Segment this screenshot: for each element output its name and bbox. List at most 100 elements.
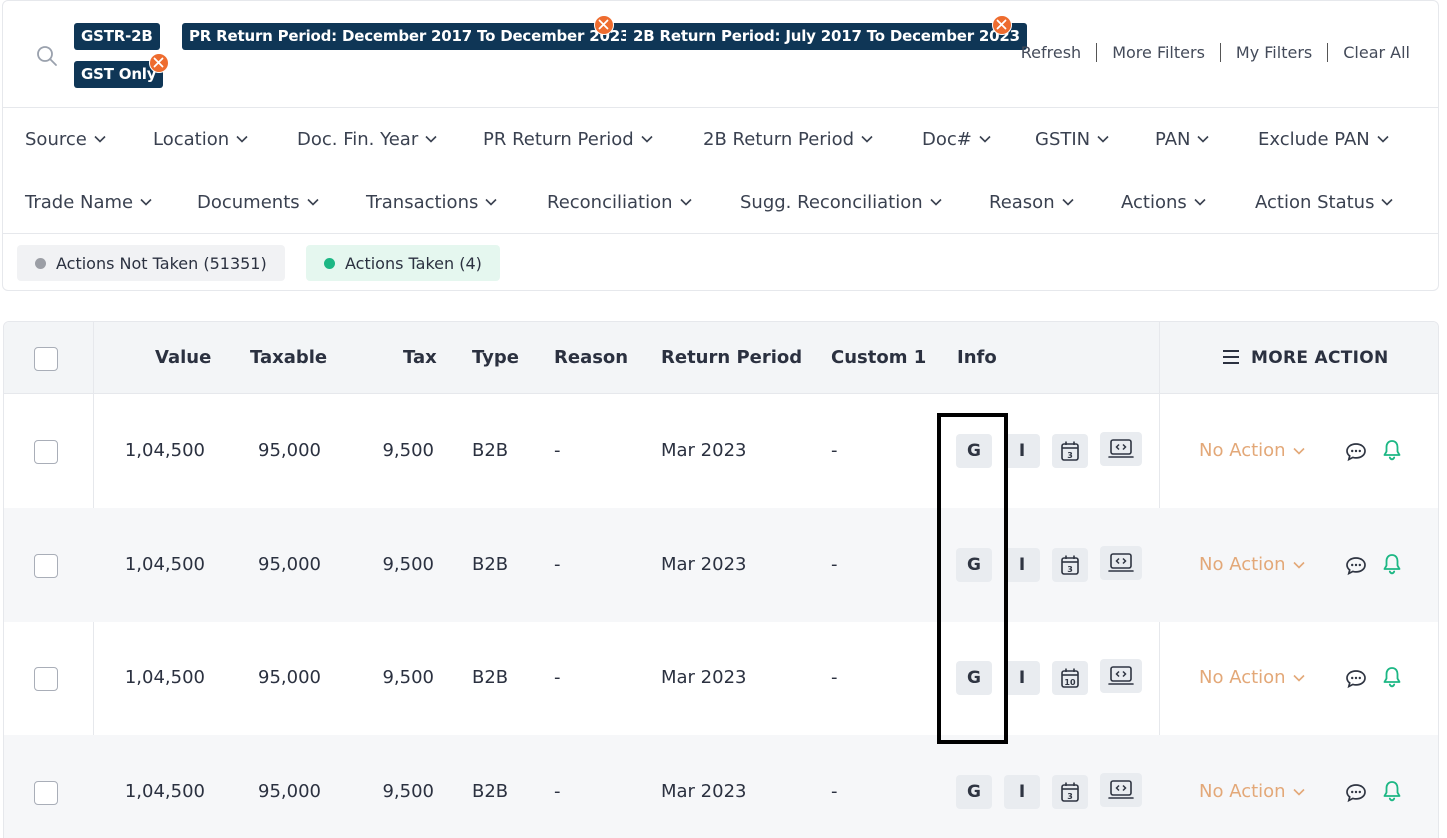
row-checkbox[interactable] [34,781,58,805]
more-filters-link[interactable]: More Filters [1097,43,1220,62]
filter-dropdown-trade-name[interactable]: Trade Name [25,192,152,213]
clear-all-link[interactable]: Clear All [1328,43,1410,62]
close-icon[interactable] [594,15,614,35]
filter-dropdown-2b-return-period[interactable]: 2B Return Period [703,129,873,150]
taxable-cell: 95,000 [258,554,321,575]
tax-cell: 9,500 [382,440,434,461]
filter-dropdown-reason[interactable]: Reason [989,192,1074,213]
info-i-button[interactable]: I [1004,548,1040,582]
select-all-checkbox[interactable] [34,347,58,371]
tab-actions-not-taken[interactable]: Actions Not Taken (51351) [17,245,285,281]
data-table: Value Taxable Tax Type Reason Return Per… [3,321,1439,838]
chevron-down-icon [1293,674,1305,682]
filter-dropdown-pan[interactable]: PAN [1155,129,1210,150]
code-window-button[interactable] [1100,546,1142,580]
search-icon[interactable] [36,45,58,67]
code-window-button[interactable] [1100,659,1142,693]
filter-dropdown-doc-fin-year[interactable]: Doc. Fin. Year [297,129,437,150]
taxable-cell: 95,000 [258,781,321,802]
return-period-cell: Mar 2023 [661,440,747,461]
chevron-down-icon [94,135,106,143]
calendar-icon: 3 [1061,441,1079,461]
info-i-button[interactable]: I [1004,434,1040,468]
column-header-taxable[interactable]: Taxable [250,347,327,368]
chip-label: GSTR-2B [81,27,153,45]
column-header-custom-1[interactable]: Custom 1 [831,347,926,368]
chip-label: PR Return Period: December 2017 To Decem… [189,27,631,45]
tab-label: Actions Not Taken (51351) [56,253,267,273]
info-g-button[interactable]: G [956,775,992,809]
custom-1-cell: - [831,781,838,802]
my-filters-link[interactable]: My Filters [1221,43,1327,62]
calendar-button[interactable]: 3 [1052,548,1088,582]
calendar-day: 3 [1067,565,1073,574]
active-filters-bar: GSTR-2B GST Only PR Return Period: Decem… [3,1,1438,108]
value-cell: 1,04,500 [124,554,205,575]
chevron-down-icon [236,135,248,143]
chevron-down-icon [307,198,319,206]
reason-cell: - [554,554,561,575]
tab-actions-taken[interactable]: Actions Taken (4) [306,245,500,281]
calendar-button[interactable]: 10 [1052,661,1088,695]
column-header-value[interactable]: Value [155,347,211,368]
chevron-down-icon [1194,198,1206,206]
calendar-button[interactable]: 3 [1052,775,1088,809]
action-dropdown[interactable]: No Action [1199,440,1305,461]
filter-dropdown-location[interactable]: Location [153,129,248,150]
column-header-return-period[interactable]: Return Period [661,347,802,368]
bell-icon[interactable] [1380,779,1404,803]
filter-dropdown-pr-return-period[interactable]: PR Return Period [483,129,653,150]
tax-cell: 9,500 [382,554,434,575]
action-dropdown[interactable]: No Action [1199,667,1305,688]
code-window-button[interactable] [1100,773,1142,807]
bell-icon[interactable] [1380,552,1404,576]
chevron-down-icon [1062,198,1074,206]
action-label: No Action [1199,781,1286,802]
info-i-button[interactable]: I [1004,661,1040,695]
filter-dropdown-documents[interactable]: Documents [197,192,319,213]
more-action-header[interactable]: MORE ACTION [1251,348,1389,368]
filter-chip-gstr2b[interactable]: GSTR-2B [74,23,160,50]
action-dropdown[interactable]: No Action [1199,554,1305,575]
filter-chip-2b-return-period[interactable]: 2B Return Period: July 2017 To December … [626,23,1027,50]
bell-icon[interactable] [1380,665,1404,689]
filter-dropdown-action-status[interactable]: Action Status [1255,191,1394,213]
comment-icon[interactable] [1344,554,1368,578]
column-header-info[interactable]: Info [957,347,997,368]
action-label: No Action [1199,667,1286,688]
chip-label: GST Only [81,65,157,83]
row-checkbox[interactable] [34,554,58,578]
menu-icon[interactable] [1222,349,1240,365]
highlight-box [937,413,1008,744]
dropdown-label: Sugg. Reconciliation [740,191,923,213]
comment-icon[interactable] [1344,781,1368,805]
calendar-icon: 3 [1061,555,1079,575]
column-header-type[interactable]: Type [472,347,519,368]
close-icon[interactable] [992,15,1012,35]
close-icon[interactable] [149,53,169,73]
info-i-button[interactable]: I [1004,775,1040,809]
filter-chip-pr-return-period[interactable]: PR Return Period: December 2017 To Decem… [182,23,638,50]
filter-dropdown-actions[interactable]: Actions [1121,192,1206,213]
filter-dropdown-exclude-pan[interactable]: Exclude PAN [1258,129,1389,150]
column-header-reason[interactable]: Reason [554,347,628,368]
calendar-button[interactable]: 3 [1052,434,1088,468]
action-dropdown[interactable]: No Action [1199,781,1305,802]
dropdown-label: Action Status [1255,191,1375,213]
comment-icon[interactable] [1344,440,1368,464]
row-checkbox[interactable] [34,440,58,464]
filter-dropdown-sugg-reconciliation[interactable]: Sugg. Reconciliation [740,192,942,213]
row-checkbox[interactable] [34,667,58,691]
filter-dropdown-gstin[interactable]: GSTIN [1035,129,1109,150]
dropdown-label: GSTIN [1035,128,1091,150]
filter-dropdown-transactions[interactable]: Transactions [366,192,497,213]
bell-icon[interactable] [1380,438,1404,462]
filter-dropdown-source[interactable]: Source [25,129,106,150]
comment-icon[interactable] [1344,667,1368,691]
filter-actions: Refresh More Filters My Filters Clear Al… [1006,43,1410,62]
filter-dropdown-doc-number[interactable]: Doc# [922,129,991,150]
refresh-link[interactable]: Refresh [1006,43,1096,62]
column-header-tax[interactable]: Tax [403,347,437,368]
code-window-button[interactable] [1100,432,1142,466]
filter-dropdown-reconciliation[interactable]: Reconciliation [547,192,692,213]
